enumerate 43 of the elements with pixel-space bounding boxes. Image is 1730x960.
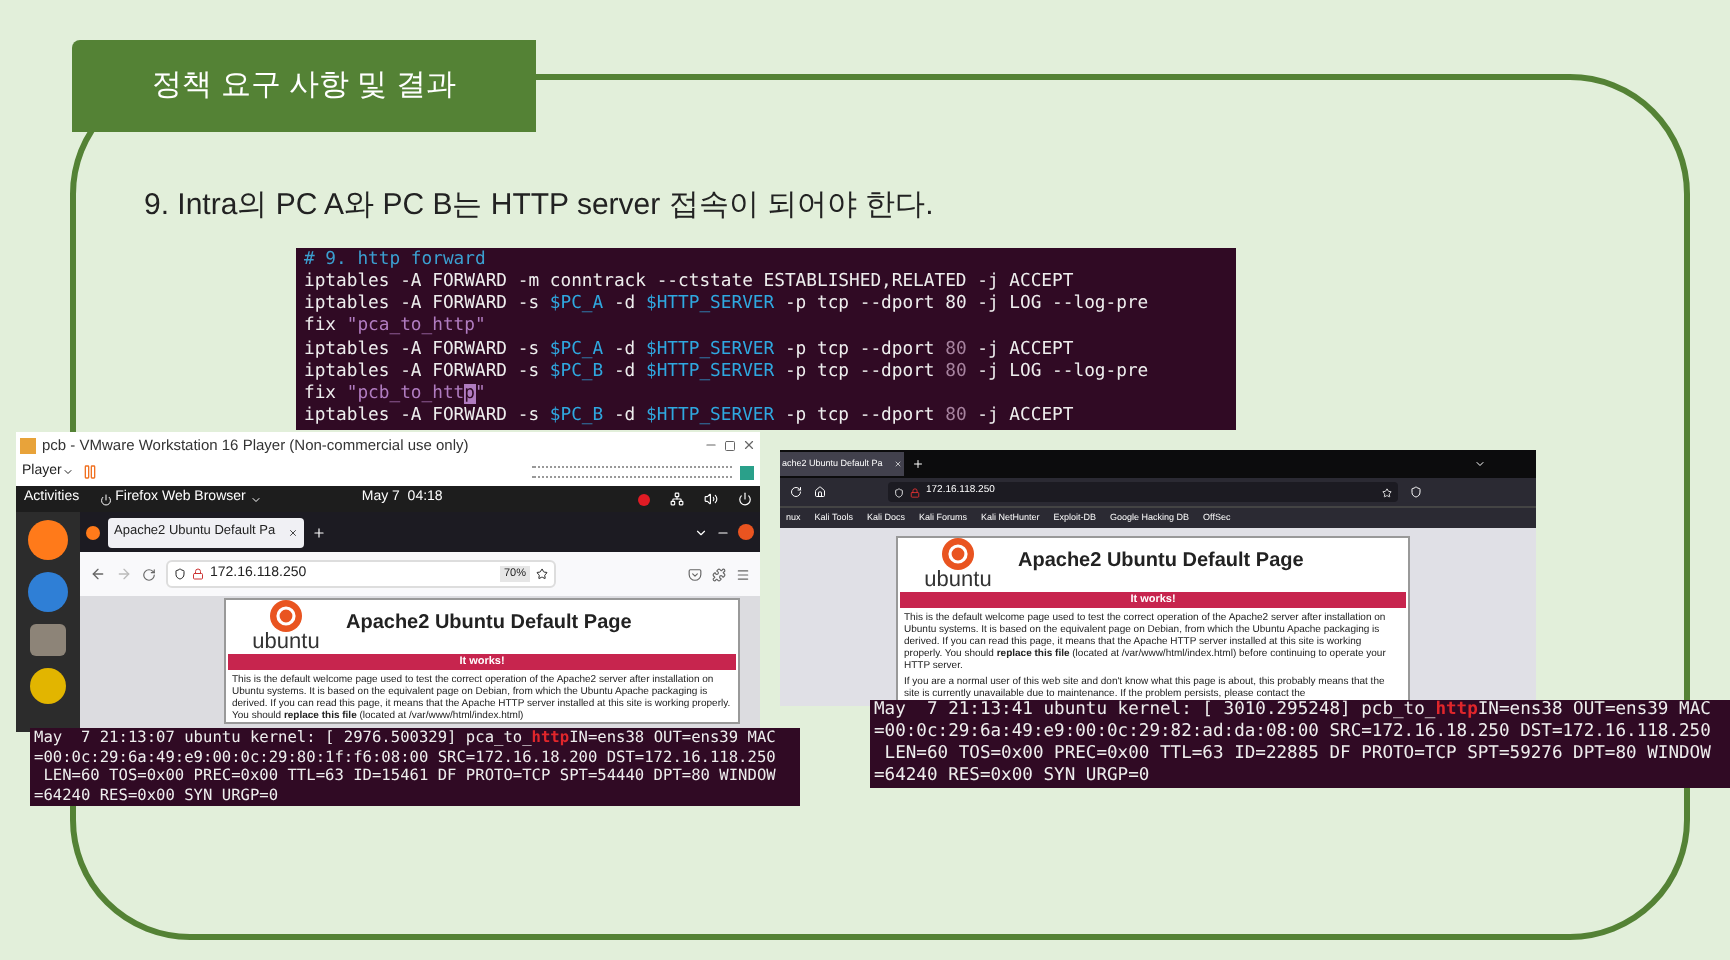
terminal-line: =64240 RES=0x00 SYN URGP=0	[874, 765, 1150, 788]
terminal-line: iptables -A FORWARD -s $PC_A -d $HTTP_SERVER -p tcp --dport 80 -j ACCEPT	[304, 339, 1074, 362]
shield-icon	[174, 568, 186, 580]
home-icon[interactable]	[814, 486, 826, 498]
caret-icon	[61, 466, 74, 478]
menu-icon[interactable]	[736, 567, 750, 581]
terminal-line: LEN=60 TOS=0x00 PREC=0x00 TTL=63 ID=22885 DF PROTO=TCP SPT=59276 DPT=80 WINDOW	[882, 743, 1711, 766]
page-heading: Apache2 Ubuntu Default Page	[346, 610, 632, 638]
terminal-line: fix "pcb_to_http"	[304, 383, 486, 406]
terminal-line: fix "pca_to_http"	[304, 316, 486, 339]
terminal-line: iptables -A FORWARD -s $PC_B -d $HTTP_SERVER -p tcp --dport 80 -j ACCEPT	[304, 405, 1074, 428]
extensions-icon[interactable]	[712, 567, 726, 581]
bookmark-star-icon[interactable]	[536, 568, 548, 580]
lock-icon	[910, 487, 920, 497]
alert-icon	[638, 493, 650, 505]
new-tab-icon[interactable]	[312, 525, 326, 539]
page-heading: Apache2 Ubuntu Default Page	[1018, 548, 1304, 576]
new-tab-icon[interactable]	[912, 458, 924, 470]
caret-icon	[249, 493, 262, 505]
shield-icon[interactable]	[1410, 486, 1422, 498]
ubuntu-wordmark: ubuntu	[924, 570, 992, 592]
terminal-line: iptables -A FORWARD -s $PC_A -d $HTTP_SERVER -p tcp --dport 80 -j LOG --log-pre	[304, 294, 1149, 316]
close-icon[interactable]	[738, 524, 754, 540]
power-icon[interactable]	[738, 492, 752, 506]
volume-icon[interactable]	[704, 492, 718, 506]
network-icon[interactable]	[670, 492, 684, 506]
terminal-line: iptables -A FORWARD -s $PC_B -d $HTTP_SERVER -p tcp --dport 80 -j LOG --log-pre	[304, 361, 1149, 384]
terminal-line: May 7 21:13:41 ubuntu kernel: [ 3010.295248] pcb_to_httpIN=ens38 OUT=ens39 MAC	[874, 700, 1711, 722]
maximize-icon[interactable]	[724, 439, 736, 451]
terminal-line: =00:0c:29:6a:49:e9:00:0c:29:82:ad:da:08:00 SRC=172.16.18.250 DST=172.16.118.250	[874, 721, 1711, 744]
ubuntu-wordmark: ubuntu	[252, 632, 320, 654]
lock-icon	[192, 568, 204, 580]
pause-icon[interactable]	[81, 464, 98, 480]
power-icon	[99, 493, 112, 505]
terminal-line: iptables -A FORWARD -m conntrack --ctstate ESTABLISHED,RELATED -j ACCEPT	[304, 272, 1074, 294]
shield-icon	[894, 487, 904, 497]
tab-list-icon[interactable]	[694, 525, 708, 539]
requirement-text: 9. Intra의 PC A와 PC B는 HTTP server 접속이 되어야 한다.	[144, 186, 934, 226]
close-icon[interactable]	[742, 438, 756, 452]
browser-logo-icon	[86, 525, 100, 539]
terminal-line: # 9. http forward	[304, 250, 486, 272]
pocket-icon[interactable]	[688, 567, 702, 581]
back-icon[interactable]	[90, 566, 106, 582]
